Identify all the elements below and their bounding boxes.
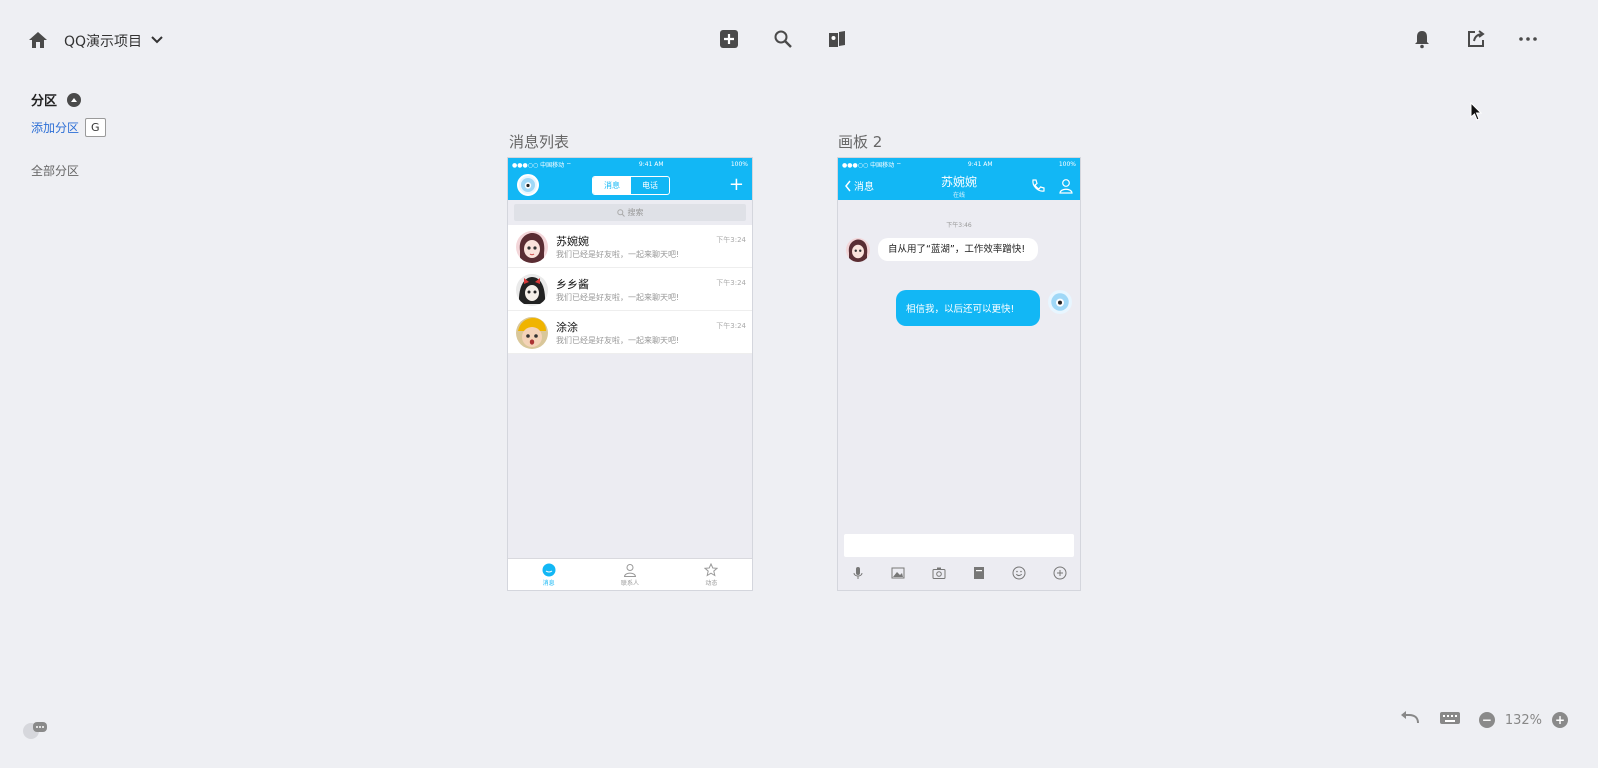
tab-label: 联系人 bbox=[620, 579, 639, 587]
tab-contacts[interactable]: 联系人 bbox=[589, 559, 670, 590]
section-title: 分区 bbox=[31, 94, 58, 109]
status-time: 9:41 AM bbox=[638, 160, 664, 168]
star-icon bbox=[704, 562, 719, 577]
artboard-title[interactable]: 消息列表 bbox=[509, 131, 569, 152]
carrier-text: ●●●○○ 中国移动 ⌔ bbox=[512, 161, 572, 169]
conversation-list: 苏婉婉 我们已经是好友啦，一起来聊天吧! 下午3:24 乡乡酱 我们已经是好友啦… bbox=[508, 225, 752, 354]
avatar bbox=[846, 238, 870, 262]
file-icon[interactable] bbox=[972, 566, 986, 580]
message-time: 下午3:24 bbox=[716, 322, 746, 330]
tab-moments[interactable]: 动态 bbox=[671, 559, 752, 590]
more-icon[interactable] bbox=[1514, 25, 1542, 53]
message-bubble-outgoing: 相信我，以后还可以更快! bbox=[896, 290, 1040, 326]
top-toolbar: QQ演示项目 bbox=[0, 0, 1598, 80]
avatar bbox=[516, 274, 548, 306]
avatar bbox=[516, 317, 548, 349]
message-preview: 我们已经是好友啦，一起来聊天吧! bbox=[556, 250, 680, 259]
search-bar[interactable]: 搜索 bbox=[514, 204, 746, 221]
nav-bar: 消息 电话 + bbox=[508, 170, 752, 200]
search-placeholder: 搜索 bbox=[627, 208, 644, 217]
nav-bar: 消息 苏婉婉 在线 bbox=[838, 170, 1080, 200]
camera-icon[interactable] bbox=[932, 566, 946, 580]
tab-messages-bottom[interactable]: 消息 bbox=[508, 559, 589, 590]
chat-toolbar bbox=[838, 556, 1080, 590]
section-header: 分区 bbox=[31, 90, 82, 109]
search-icon[interactable] bbox=[769, 25, 797, 53]
avatar bbox=[517, 174, 539, 196]
plus-icon[interactable]: + bbox=[729, 176, 744, 194]
contact-name: 苏婉婉 bbox=[556, 235, 589, 248]
list-item[interactable]: 乡乡酱 我们已经是好友啦，一起来聊天吧! 下午3:24 bbox=[508, 268, 752, 311]
contact-name: 涂涂 bbox=[556, 321, 578, 334]
home-icon[interactable] bbox=[24, 26, 52, 54]
add-section-link[interactable]: 添加分区 bbox=[31, 119, 79, 136]
artboard-chat[interactable]: ●●●○○ 中国移动 ⌔ 9:41 AM 100% 消息 苏婉婉 在线 下午3:… bbox=[838, 158, 1080, 590]
tab-messages[interactable]: 消息 bbox=[593, 177, 631, 194]
tab-calls[interactable]: 电话 bbox=[631, 177, 669, 194]
search-icon bbox=[616, 208, 625, 217]
undo-icon[interactable] bbox=[1399, 710, 1421, 730]
battery-text: 100% bbox=[1058, 160, 1076, 168]
plus-circle-icon[interactable] bbox=[1053, 566, 1067, 580]
message-time: 下午3:24 bbox=[716, 236, 746, 244]
tab-label: 消息 bbox=[542, 579, 555, 587]
add-section-row: 添加分区 G bbox=[31, 118, 106, 137]
zoom-controls: − 132% + bbox=[1478, 712, 1568, 728]
components-icon[interactable] bbox=[823, 25, 851, 53]
project-name: QQ演示项目 bbox=[64, 34, 143, 50]
profile-icon[interactable] bbox=[1058, 178, 1074, 194]
add-square-icon[interactable] bbox=[715, 25, 743, 53]
nav-actions bbox=[1030, 178, 1074, 194]
image-icon[interactable] bbox=[891, 566, 905, 580]
status-time: 9:41 AM bbox=[967, 160, 993, 168]
emoji-icon[interactable] bbox=[1012, 566, 1026, 580]
status-bar: ●●●○○ 中国移动 ⌔ 9:41 AM 100% bbox=[838, 158, 1080, 170]
phone-icon[interactable] bbox=[1030, 178, 1046, 194]
avatar bbox=[1048, 290, 1072, 314]
share-icon[interactable] bbox=[1462, 25, 1490, 53]
bell-icon[interactable] bbox=[1408, 25, 1436, 53]
message-preview: 我们已经是好友啦，一起来聊天吧! bbox=[556, 293, 680, 302]
tab-label: 动态 bbox=[705, 579, 718, 587]
message-timestamp: 下午3:46 bbox=[946, 222, 972, 229]
message-input[interactable] bbox=[844, 534, 1074, 557]
project-switcher[interactable]: QQ演示项目 bbox=[64, 29, 164, 53]
chat-bubble-icon bbox=[542, 563, 556, 576]
microphone-icon[interactable] bbox=[851, 566, 865, 580]
canvas-controls: − 132% + bbox=[1399, 710, 1568, 730]
message-bubble-incoming: 自从用了“蓝湖”，工作效率蹭快! bbox=[878, 238, 1038, 261]
message-preview: 我们已经是好友啦，一起来聊天吧! bbox=[556, 336, 680, 345]
zoom-level: 132% bbox=[1504, 712, 1542, 728]
carrier-text: ●●●○○ 中国移动 ⌔ bbox=[842, 161, 902, 169]
tab-bar: 消息 联系人 动态 bbox=[508, 558, 752, 590]
list-item[interactable]: 涂涂 我们已经是好友啦，一起来聊天吧! 下午3:24 bbox=[508, 311, 752, 354]
artboard-title[interactable]: 画板 2 bbox=[838, 131, 882, 152]
person-icon bbox=[623, 563, 637, 577]
shortcut-key-badge: G bbox=[85, 118, 106, 137]
zoom-out-icon[interactable]: − bbox=[1478, 712, 1495, 728]
battery-text: 100% bbox=[730, 160, 748, 168]
message-time: 下午3:24 bbox=[716, 279, 746, 287]
avatar bbox=[516, 231, 548, 263]
segmented-control: 消息 电话 bbox=[592, 176, 670, 195]
contact-name: 乡乡酱 bbox=[556, 278, 589, 291]
mouse-cursor-icon bbox=[1470, 101, 1484, 126]
outgoing-message: 相信我，以后还可以更快! bbox=[896, 290, 1072, 326]
chevron-down-icon bbox=[150, 33, 164, 49]
list-item[interactable]: 苏婉婉 我们已经是好友啦，一起来聊天吧! 下午3:24 bbox=[508, 225, 752, 268]
zoom-in-icon[interactable]: + bbox=[1552, 712, 1568, 728]
artboard-message-list[interactable]: ●●●○○ 中国移动 ⌔ 9:41 AM 100% 消息 电话 + 搜索 苏婉婉… bbox=[508, 158, 752, 590]
keyboard-icon[interactable] bbox=[1439, 710, 1461, 730]
collapse-icon[interactable] bbox=[67, 92, 82, 107]
incoming-message: 自从用了“蓝湖”，工作效率蹭快! bbox=[846, 238, 1038, 262]
all-sections-item[interactable]: 全部分区 bbox=[31, 162, 79, 179]
feedback-chat-icon[interactable] bbox=[22, 720, 48, 744]
status-bar: ●●●○○ 中国移动 ⌔ 9:41 AM 100% bbox=[508, 158, 752, 170]
